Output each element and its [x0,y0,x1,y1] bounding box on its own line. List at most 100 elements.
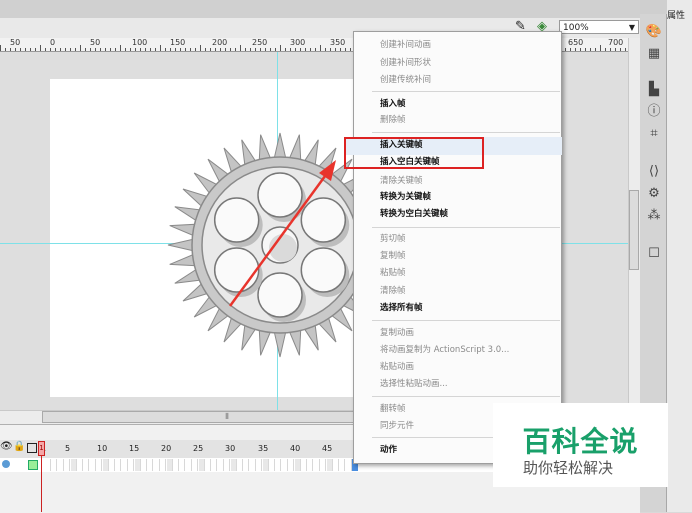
frame-cell[interactable] [230,459,237,471]
frame-cell[interactable] [211,459,218,471]
frame-cell[interactable] [147,459,154,471]
zoom-select[interactable]: 100% ▼ [559,20,639,34]
menu-item[interactable]: 同步元件 [380,419,414,434]
layer-color-icon[interactable] [28,460,38,470]
motion-presets-icon[interactable]: ⁂ [645,208,663,224]
frame-cell[interactable] [217,459,224,471]
frame-cell[interactable] [294,459,301,471]
ruler-tick [110,48,111,51]
frame-cell[interactable] [102,459,109,471]
frame-cell[interactable] [281,459,288,471]
ruler-tick [45,48,46,51]
frame-number: 45 [322,444,333,453]
menu-item[interactable]: 粘贴动画 [380,360,414,375]
menu-item[interactable]: 插入帧 [380,97,406,112]
ruler-tick [275,48,276,51]
menu-item[interactable]: 创建传统补间 [380,73,431,88]
frame-cell[interactable] [326,459,333,471]
frame-cell[interactable] [269,459,275,471]
frame-cell[interactable] [333,459,339,471]
menu-item[interactable]: 清除帧 [380,284,406,299]
ruler-label: 250 [252,38,268,47]
transform-icon[interactable]: ⌗ [645,126,663,142]
gear-hole [213,197,260,243]
frame-cell[interactable] [205,459,211,471]
vertical-scroll-thumb[interactable] [629,190,639,270]
menu-item[interactable]: 创建补间动画 [380,38,431,53]
frame-cell[interactable] [160,459,167,471]
menu-item[interactable]: 创建补间形状 [380,56,431,71]
frame-cell[interactable] [339,459,346,471]
align-icon[interactable]: ▙ [645,82,663,98]
ruler-label: 50 [10,38,21,47]
menu-item[interactable]: 转换为关键帧 [380,190,431,205]
frame-cell[interactable] [262,459,269,471]
menu-item[interactable]: 清除关键帧 [380,174,423,189]
menu-item[interactable]: 剪切帧 [380,232,406,247]
frame-cell[interactable] [134,459,141,471]
library-icon[interactable]: ☐ [645,246,663,262]
frame-cell[interactable] [275,459,282,471]
frame-cell[interactable] [96,459,103,471]
frame-number: 5 [65,444,71,453]
menu-item[interactable]: 将动画复制为 ActionScript 3.0... [380,343,509,358]
frame-cell[interactable] [307,459,314,471]
frame-cell[interactable] [64,459,71,471]
frame-cell[interactable] [121,459,128,471]
menu-item[interactable]: 翻转帧 [380,402,406,417]
frame-cell[interactable] [51,459,58,471]
ruler-tick [20,48,21,51]
frame-cell[interactable] [179,459,186,471]
frame-cell[interactable] [70,459,77,471]
eye-icon[interactable]: 👁 [0,441,13,452]
frame-cell[interactable] [109,459,115,471]
frame-cell[interactable] [77,459,83,471]
frame-cell[interactable] [249,459,256,471]
menu-item[interactable]: 动作 [380,443,397,458]
frame-cell[interactable] [288,459,295,471]
menu-item[interactable]: 粘贴帧 [380,266,406,281]
gear-hole [300,197,347,243]
frame-cell[interactable] [243,459,250,471]
frame-cell[interactable] [185,459,192,471]
menu-item[interactable]: 复制动画 [380,326,414,341]
ruler-tick [600,45,601,51]
ruler-tick [615,48,616,51]
frame-cell[interactable] [115,459,122,471]
frame-cell[interactable] [192,459,199,471]
frame-cell[interactable] [313,459,320,471]
frame-cell[interactable] [141,459,147,471]
swatches-icon[interactable]: ▦ [645,46,663,62]
code-snippets-icon[interactable]: ⟨⟩ [645,164,663,180]
frame-cell[interactable] [345,459,352,471]
playhead[interactable]: 1 [38,441,45,456]
frame-cell[interactable] [89,459,96,471]
frame-cell[interactable] [128,459,135,471]
info-icon[interactable]: ⓘ [645,104,663,120]
color-icon[interactable]: 🎨 [645,24,663,40]
ruler-tick [120,45,121,51]
components-icon[interactable]: ⚙ [645,186,663,202]
frame-cell[interactable] [166,459,173,471]
menu-item[interactable]: 选择所有帧 [380,301,423,316]
properties-tab[interactable]: 属性 [667,8,692,22]
menu-item[interactable]: 转换为空白关键帧 [380,207,448,222]
frame-cell[interactable] [45,459,51,471]
menu-item[interactable]: 选择性粘贴动画... [380,377,448,392]
ruler-tick [75,48,76,51]
frame-cell[interactable] [57,459,64,471]
frame-cell[interactable] [198,459,205,471]
menu-item[interactable]: 删除帧 [380,113,406,128]
frame-cell[interactable] [320,459,327,471]
menu-item[interactable]: 复制帧 [380,249,406,264]
frame-cell[interactable] [224,459,231,471]
frame-cell[interactable] [173,459,179,471]
frame-cell[interactable] [237,459,243,471]
lock-icon[interactable]: 🔒 [13,441,25,452]
frame-cell[interactable] [83,459,90,471]
outline-icon[interactable] [27,443,37,453]
frame-cell[interactable] [301,459,307,471]
frame-cell[interactable] [153,459,160,471]
ruler-tick [225,48,226,51]
frame-cell[interactable] [256,459,263,471]
